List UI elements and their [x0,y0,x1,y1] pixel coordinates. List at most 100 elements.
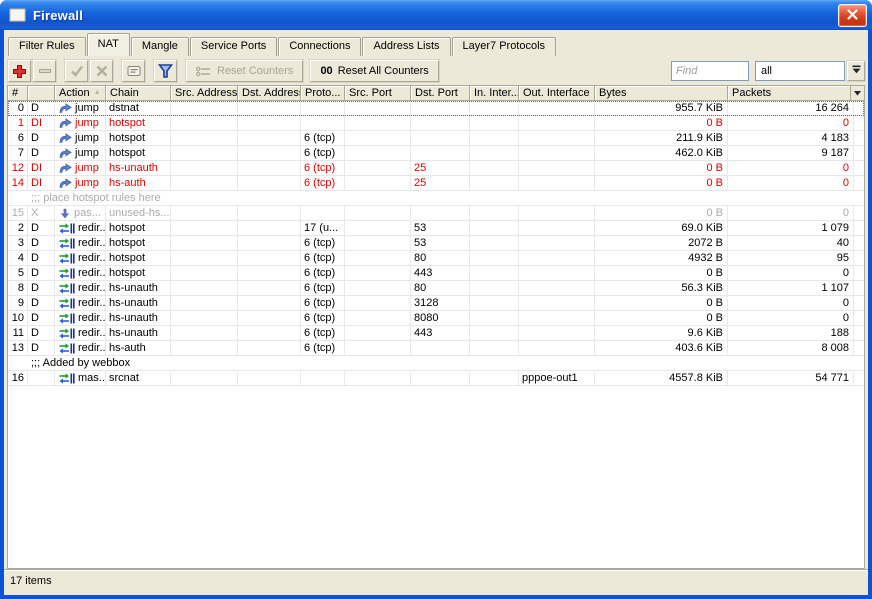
table-row[interactable]: 9 Dredir... hs-unauth 6 (tcp) 3128 0 B0 [8,296,864,311]
tab-nat[interactable]: NAT [86,33,130,56]
cell-dst-port: 443 [411,326,470,340]
cell-action: redir... [55,296,106,310]
cell-chain: hotspot [106,266,171,280]
column-header-dst-address[interactable]: Dst. Address [238,86,301,101]
table-row[interactable]: 16 mas... srcnat pppoe-out1 4557.8 KiB 54 771 [8,371,864,386]
comment-icon [127,65,141,77]
cell-src-port [345,101,411,115]
add-rule-button[interactable] [8,60,31,82]
tab-connections[interactable]: Connections [278,37,362,56]
cell-chain: srcnat [106,371,171,385]
filter-select[interactable]: all [755,61,845,81]
cell-action: mas... [55,371,106,385]
column-header-chain[interactable]: Chain [106,86,171,101]
cell-out-interface [519,116,595,130]
tab-address-lists[interactable]: Address Lists [362,37,451,56]
cell-src-port [345,236,411,250]
table-row[interactable]: 13 Dredir... hs-auth 6 (tcp) 403.6 KiB 8 008 [8,341,864,356]
column-select-button[interactable] [850,86,864,101]
column-header-in-inter[interactable]: In. Inter... [470,86,519,101]
comment-row[interactable]: ;;; place hotspot rules here [8,191,864,206]
table-row[interactable]: 4 Dredir... hotspot 6 (tcp) 80 4932 B 95 [8,251,864,266]
cell-action: redir... [55,266,106,280]
cell-bytes: 0 B [595,161,728,175]
cell-flags: D [28,326,55,340]
tab-filter-rules[interactable]: Filter Rules [8,37,86,56]
action-label: jump [75,147,99,159]
tab-service-ports[interactable]: Service Ports [189,37,278,56]
find-input[interactable] [671,61,749,81]
column-header-src-port[interactable]: Src. Port [345,86,411,101]
cell-chain: unused-hs... [106,206,171,220]
column-header-flags[interactable] [28,86,55,101]
table-row[interactable]: 10 Dredir... hs-unauth 6 (tcp) 8080 0 B0 [8,311,864,326]
filter-button[interactable] [154,60,177,82]
cell-in-interface [470,236,519,250]
column-header-dst-port[interactable]: Dst. Port [411,86,470,101]
cell-protocol: 6 (tcp) [301,146,345,160]
cell-bytes: 69.0 KiB [595,221,728,235]
cell-dst-port: 80 [411,281,470,295]
column-header-action[interactable]: Action ▲ [55,86,106,101]
table-row[interactable]: 0 Djump dstnat 955.7 KiB 16 264 [8,101,864,116]
column-header-packets[interactable]: Packets [728,86,854,101]
table-row[interactable]: 1 DI jump hotspot 0 B0 [8,116,864,131]
cell-src-address [171,206,238,220]
table-row[interactable]: 11 Dredir... hs-unauth 6 (tcp) 443 9.6 KiB 188 [8,326,864,341]
filter-dropdown-button[interactable] [847,61,865,81]
cell-dst-port [411,206,470,220]
cell-action: redir... [55,236,106,250]
table-row[interactable]: 15 Xpas... unused-hs... 0 B0 [8,206,864,221]
cell-chain: hotspot [106,116,171,130]
cell-src-address [171,236,238,250]
cell-src-port [345,371,411,385]
action-label: mas... [78,372,106,384]
tab-layer7-protocols[interactable]: Layer7 Protocols [451,37,557,56]
table-row[interactable]: 3 Dredir... hotspot 6 (tcp) 53 2072 B 40 [8,236,864,251]
cell-dst-address [238,326,301,340]
table-row[interactable]: 5 Dredir... hotspot 6 (tcp) 443 0 B0 [8,266,864,281]
cell-action: pas... [55,206,106,220]
cell-dst-port: 8080 [411,311,470,325]
cell-dst-address [238,161,301,175]
table-row[interactable]: 6 Djump hotspot 6 (tcp) 211.9 KiB 4 183 [8,131,864,146]
cell-dst-address [238,236,301,250]
column-header-src-address[interactable]: Src. Address [171,86,238,101]
cell-bytes: 2072 B [595,236,728,250]
cell-protocol: 6 (tcp) [301,311,345,325]
comment-row[interactable]: ;;; Added by webbox [8,356,864,371]
cell-number: 14 [8,176,28,190]
cell-out-interface [519,131,595,145]
action-label: pas... [74,207,101,219]
close-button[interactable] [838,4,867,27]
column-header-out-interface[interactable]: Out. Interface▲ [519,86,595,101]
cell-src-address [171,311,238,325]
table-row[interactable]: 7 Djump hotspot 6 (tcp) 462.0 KiB 9 187 [8,146,864,161]
table-row[interactable]: 8 Dredir... hs-unauth 6 (tcp) 80 56.3 KiB 1 10… [8,281,864,296]
reset-all-counters-button[interactable]: 00 Reset All Counters [310,60,439,82]
column-header-label: Src. Address [175,87,238,99]
comment-button[interactable] [122,60,145,82]
cell-dst-port: 53 [411,221,470,235]
cell-src-address [171,296,238,310]
enable-rule-button [65,60,88,82]
cell-dst-address [238,146,301,160]
cell-src-port [345,146,411,160]
cell-packets: 0 [728,296,854,310]
cell-out-interface [519,341,595,355]
cell-dst-port [411,116,470,130]
column-header-proto[interactable]: Proto... [301,86,345,101]
status-bar: 17 items [4,569,868,595]
table-row[interactable]: 2 Dredir... hotspot 17 (u... 53 69.0 KiB 1 079 [8,221,864,236]
cell-number: 9 [8,296,28,310]
cell-src-port [345,176,411,190]
action-label: redir... [78,237,106,249]
table-row[interactable]: 14 DI jump hs-auth 6 (tcp) 25 0 B0 [8,176,864,191]
cell-action: jump [55,116,106,130]
column-header-bytes[interactable]: Bytes [595,86,728,101]
column-header-label: Chain [110,87,139,99]
column-header-[interactable]: # [8,86,28,101]
tab-mangle[interactable]: Mangle [130,37,189,56]
table-row[interactable]: 12 DI jump hs-unauth 6 (tcp) 25 0 B0 [8,161,864,176]
cell-out-interface [519,146,595,160]
